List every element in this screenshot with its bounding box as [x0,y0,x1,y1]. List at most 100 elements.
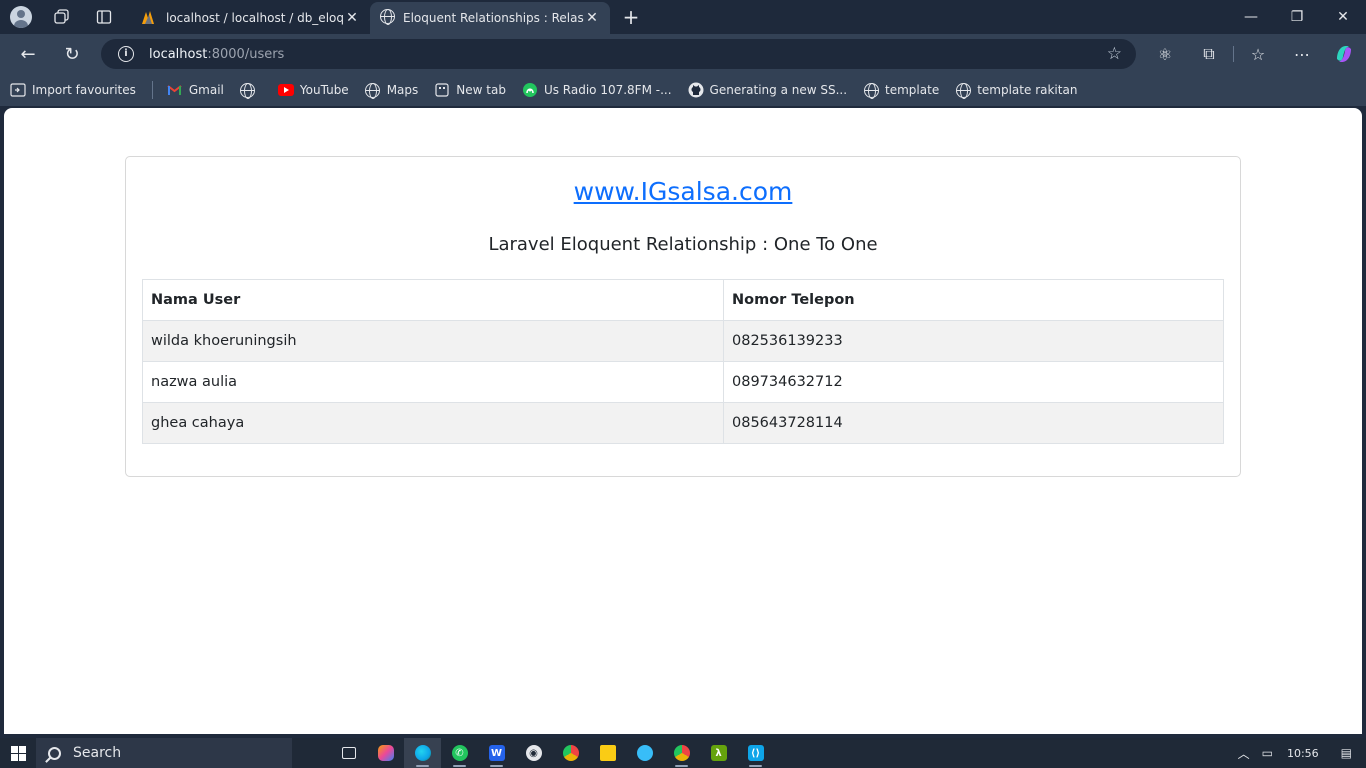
address-bar[interactable]: i localhost:8000/users ☆ [101,39,1136,69]
restore-icon[interactable]: ❐ [1274,0,1320,34]
cell-nomor-telepon: 085643728114 [723,402,1224,444]
import-icon [10,82,26,98]
column-header-nama-user: Nama User [142,279,724,321]
vscode-icon[interactable]: ⟨⟩ [737,738,774,768]
bookmark-separator [151,81,153,99]
bookmark-label: template rakitan [977,83,1078,97]
cell-nomor-telepon: 089734632712 [723,361,1224,403]
cell-nomor-telepon: 082536139233 [723,320,1224,362]
cell-nama-user: ghea cahaya [142,402,724,444]
cell-nama-user: nazwa aulia [142,361,724,403]
youtube-icon [277,82,294,98]
bookmark-maps[interactable]: Maps [365,82,419,99]
gmail-icon [167,82,183,98]
bookmark-new-tab[interactable]: New tab [434,82,506,98]
bookmark-label: Maps [386,83,419,97]
bookmark-import-favourites[interactable]: Import favourites [10,82,136,98]
users-table: Nama User Nomor Telepon wilda khoeruning… [142,279,1224,444]
extensions-icon[interactable]: ⧉ [1195,40,1223,68]
bookmark-globe[interactable] [240,82,262,99]
tab-eloquent-relationships[interactable]: Eloquent Relationships : Relasi On ✕ [370,2,610,34]
globe-icon [955,82,971,99]
browser-toolbar: ← ↻ i localhost:8000/users ☆ ⚛ ⧉ ☆ ⋯ [0,34,1366,74]
bookmark-gmail[interactable]: Gmail [167,82,224,98]
bookmark-label: Us Radio 107.8FM -... [543,83,672,97]
bookmark-label: Import favourites [32,83,136,97]
cell-nama-user: wilda khoeruningsih [142,320,724,362]
bookmark-template-rakitan[interactable]: template rakitan [955,82,1078,99]
globe-icon [365,82,381,99]
newtab-icon [434,82,450,98]
back-icon[interactable]: ← [14,40,42,68]
globe-icon [380,9,395,27]
globe-icon [240,82,256,99]
taskbar-search[interactable]: Search [36,738,292,768]
bookmark-us-radio[interactable]: Us Radio 107.8FM -... [522,82,672,98]
bookmark-label: template [885,83,940,97]
more-menu-icon[interactable]: ⋯ [1288,40,1316,68]
word-app-icon[interactable]: W [478,738,515,768]
tab-phpmyadmin[interactable]: localhost / localhost / db_eloquer ✕ [130,2,370,34]
page-title: Laravel Eloquent Relationship : One To O… [488,234,878,255]
favourite-star-icon[interactable]: ☆ [1107,44,1122,64]
chrome-app-icon[interactable] [552,738,589,768]
column-header-nomor-telepon: Nomor Telepon [723,279,1224,321]
copilot-app-icon[interactable] [367,738,404,768]
globe-icon [863,82,879,99]
workspaces-icon[interactable] [50,5,74,29]
bookmark-label: YouTube [299,83,349,97]
windows-app-icon[interactable] [626,738,663,768]
chevron-up-icon[interactable]: ︿ [1238,745,1250,762]
bookmarks-bar: Import favourites Gmail YouTube Maps New… [0,74,1366,106]
notifications-icon[interactable]: ▤ [1341,746,1352,760]
windows-taskbar: Search ✆ W ◉ λ ⟨⟩ ︿ ▭ 10:56 ▤ [0,738,1366,768]
new-tab-icon[interactable]: + [619,5,643,29]
windows-logo-icon [10,745,26,761]
profile-avatar[interactable] [10,6,32,28]
bookmark-label: New tab [456,83,506,97]
search-label: Search [73,745,122,761]
minimize-icon[interactable]: — [1228,0,1274,34]
table-header-row: Nama User Nomor Telepon [142,279,1224,321]
refresh-icon[interactable]: ↻ [58,40,86,68]
taskbar-clock[interactable]: 10:56 [1287,747,1319,760]
browser-tab-bar: localhost / localhost / db_eloquer ✕ Elo… [0,0,1366,34]
tab-title: localhost / localhost / db_eloquer [166,11,344,25]
close-tab-icon[interactable]: ✕ [344,10,360,26]
favourites-icon[interactable]: ☆ [1244,40,1272,68]
table-row: wilda khoeruningsih 082536139233 [142,320,1224,362]
edge-app-icon[interactable] [404,738,441,768]
start-button[interactable] [0,738,36,768]
github-desktop-icon[interactable]: ◉ [515,738,552,768]
bookmark-template[interactable]: template [863,82,940,99]
copilot-vision-icon[interactable]: ⚛ [1151,40,1179,68]
bookmark-youtube[interactable]: YouTube [277,82,349,98]
chrome-profile-icon[interactable] [663,738,700,768]
address-url[interactable]: localhost:8000/users [149,47,284,62]
whatsapp-app-icon[interactable]: ✆ [441,738,478,768]
file-explorer-icon[interactable] [589,738,626,768]
table-row: ghea cahaya 085643728114 [142,402,1224,444]
search-icon [48,746,61,760]
close-tab-icon[interactable]: ✕ [584,10,600,26]
phpmyadmin-icon [140,9,158,28]
battery-icon[interactable]: ▭ [1262,746,1273,760]
toolbar-divider [1233,46,1234,62]
bookmark-label: Generating a new SS... [709,83,848,97]
task-view-icon[interactable] [330,738,367,768]
site-link[interactable]: www.IGsalsa.com [126,177,1240,206]
url-path: :8000/users [207,46,285,62]
laragon-icon[interactable]: λ [700,738,737,768]
page-viewport: www.IGsalsa.com Laravel Eloquent Relatio… [4,108,1362,734]
copilot-icon[interactable] [1330,40,1358,68]
radio-icon [522,82,538,98]
bookmark-github-ssh[interactable]: Generating a new SS... [688,82,848,98]
vertical-tabs-icon[interactable] [92,5,116,29]
site-info-icon[interactable]: i [118,46,134,62]
close-window-icon[interactable]: ✕ [1320,0,1366,34]
tab-title: Eloquent Relationships : Relasi On [403,11,584,25]
github-icon [688,82,704,98]
system-tray: ︿ ▭ 10:56 ▤ [1232,738,1366,768]
content-card: www.IGsalsa.com Laravel Eloquent Relatio… [125,156,1241,477]
bookmark-label: Gmail [188,83,224,97]
